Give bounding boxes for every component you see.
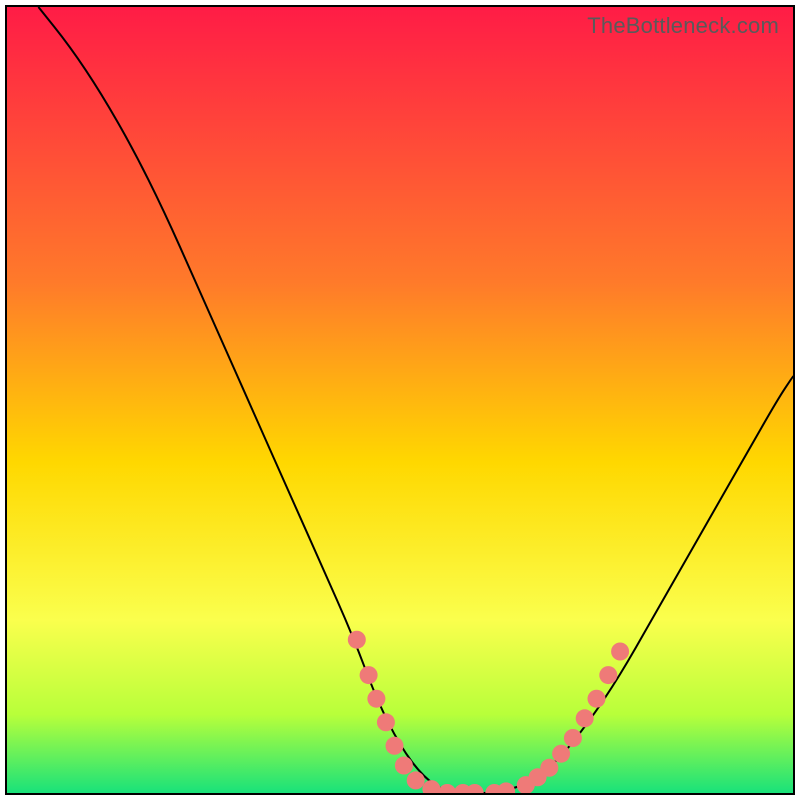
curve-marker: [360, 666, 378, 684]
bottleneck-curve: [38, 7, 793, 793]
chart-frame: TheBottleneck.com: [5, 5, 795, 795]
curve-marker: [377, 713, 395, 731]
curve-marker: [395, 757, 413, 775]
curve-marker: [564, 729, 582, 747]
curve-marker: [611, 643, 629, 661]
curve-marker: [588, 690, 606, 708]
curve-marker: [466, 784, 484, 793]
curve-marker: [407, 771, 425, 789]
curve-marker: [599, 666, 617, 684]
curve-marker: [552, 745, 570, 763]
curve-marker: [497, 782, 515, 793]
watermark-label: TheBottleneck.com: [587, 13, 779, 39]
curve-marker: [367, 690, 385, 708]
bottleneck-curve-plot: [7, 7, 793, 793]
curve-markers: [348, 631, 629, 793]
curve-marker: [386, 737, 404, 755]
curve-marker: [422, 780, 440, 793]
curve-marker: [576, 709, 594, 727]
curve-marker: [438, 784, 456, 793]
curve-marker: [540, 759, 558, 777]
curve-marker: [348, 631, 366, 649]
